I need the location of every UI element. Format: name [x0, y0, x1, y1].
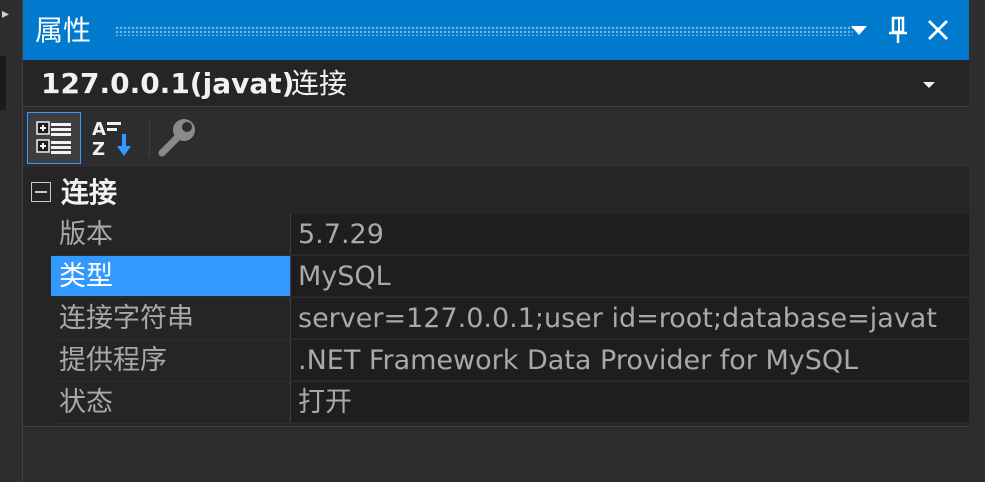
properties-panel: 属性 127.0.0.1(javat) 连接 A Z 连接 版本 5.7.29 … [22, 0, 969, 482]
property-name-text: 类型 [59, 261, 113, 292]
property-name[interactable]: 类型 [51, 256, 291, 296]
svg-text:A: A [92, 119, 106, 140]
property-value[interactable]: 打开 [291, 382, 969, 422]
property-name[interactable]: 提供程序 [51, 340, 291, 380]
property-value-text: .NET Framework Data Provider for MySQL [298, 345, 859, 376]
close-icon [928, 20, 948, 40]
property-row-type[interactable]: 类型 MySQL [51, 256, 969, 298]
category-row[interactable]: 连接 [23, 174, 969, 212]
property-value-text: 打开 [298, 387, 352, 418]
close-button[interactable] [921, 13, 955, 47]
description-pane [23, 426, 969, 482]
property-name-text: 状态 [59, 387, 113, 418]
property-value-text: server=127.0.0.1;user id=root;database=j… [298, 303, 937, 334]
property-row-state[interactable]: 状态 打开 [51, 382, 969, 424]
property-name-text: 连接字符串 [59, 303, 194, 334]
property-row-connection-string[interactable]: 连接字符串 server=127.0.0.1;user id=root;data… [51, 298, 969, 340]
title-drag-grip[interactable] [115, 26, 853, 36]
chevron-down-icon[interactable] [919, 78, 939, 92]
object-type: 连接 [291, 67, 348, 100]
property-grid: 连接 版本 5.7.29 类型 MySQL 连接字符串 server=127.0… [23, 170, 969, 426]
property-value-text: 5.7.29 [298, 219, 384, 250]
edge-marker: ▸ [2, 6, 10, 22]
properties-toolbar: A Z [23, 107, 969, 167]
right-edge-strip [968, 0, 985, 481]
window-position-button[interactable] [842, 13, 876, 47]
panel-title-bar[interactable]: 属性 [23, 0, 969, 60]
svg-text:Z: Z [92, 139, 105, 158]
left-edge-strip: ▸ [0, 0, 22, 481]
property-name-text: 提供程序 [59, 345, 167, 376]
property-name-text: 版本 [59, 219, 113, 250]
chevron-down-icon [851, 26, 867, 35]
property-row-version[interactable]: 版本 5.7.29 [51, 214, 969, 256]
collapse-toggle-icon[interactable] [31, 182, 51, 202]
property-value[interactable]: MySQL [291, 256, 969, 296]
property-name[interactable]: 版本 [51, 214, 291, 254]
panel-title: 属性 [35, 14, 92, 47]
alphabetical-icon: A Z [92, 119, 131, 158]
auto-hide-pin-button[interactable] [881, 13, 915, 47]
object-name: 127.0.0.1(javat) [41, 67, 295, 100]
edge-dark-block [0, 56, 6, 110]
property-value[interactable]: server=127.0.0.1;user id=root;database=j… [291, 298, 969, 338]
object-selector[interactable]: 127.0.0.1(javat) 连接 [23, 60, 969, 107]
property-pages-button[interactable] [151, 112, 205, 164]
categorized-icon [36, 121, 71, 154]
alphabetical-button[interactable]: A Z [85, 112, 139, 164]
property-value[interactable]: 5.7.29 [291, 214, 969, 254]
property-value-text: MySQL [298, 261, 391, 292]
pin-icon [889, 16, 907, 43]
property-value[interactable]: .NET Framework Data Provider for MySQL [291, 340, 969, 380]
toolbar-separator [149, 119, 150, 157]
wrench-icon [158, 119, 195, 157]
categorized-button[interactable] [27, 112, 81, 164]
property-row-provider[interactable]: 提供程序 .NET Framework Data Provider for My… [51, 340, 969, 382]
property-name[interactable]: 状态 [51, 382, 291, 422]
property-name[interactable]: 连接字符串 [51, 298, 291, 338]
category-label: 连接 [61, 176, 118, 209]
